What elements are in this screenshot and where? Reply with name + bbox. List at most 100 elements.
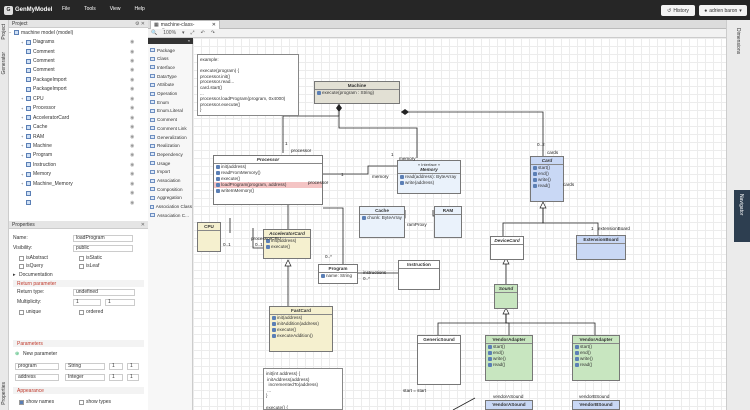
menu-view[interactable]: View [110,6,121,12]
history-button[interactable]: ↺ History [661,5,695,16]
isabstract-checkbox[interactable] [19,255,24,261]
tree-item[interactable]: + Machine_Memory ◉ [9,179,148,188]
tree-item[interactable]: ◉ [9,198,148,207]
tab-properties[interactable]: Properties [1,382,7,405]
palette-item[interactable]: Package [150,46,192,54]
visibility-icon[interactable]: ◉ [130,67,134,73]
tree-item[interactable]: + RAM ◉ [9,132,148,141]
tab-navigator[interactable]: Navigator [734,190,750,242]
palette-item[interactable]: Operation [150,90,192,98]
palette-item[interactable]: Comment Link [150,124,192,132]
isleaf-checkbox[interactable] [79,263,84,269]
palette-item[interactable]: Attribute [150,81,192,89]
chevron-down-icon[interactable]: ▾ [182,30,185,36]
tree-root[interactable]: − machine model (model) [9,28,148,37]
tree-item[interactable]: PackageImport ◉ [9,75,148,84]
visibility-icon[interactable]: ◉ [130,190,134,196]
parameter-name-field[interactable]: address [15,374,59,381]
zoom-level[interactable]: 100% [163,30,176,36]
palette-item[interactable]: Association C... [150,211,192,219]
parameter-upper-field[interactable]: 1 [127,374,139,381]
collapse-palette-icon[interactable]: « [148,38,193,44]
parameter-lower-field[interactable]: 1 [109,363,123,370]
class-machine[interactable]: Machine execute(program : String) [314,81,400,104]
parameter-upper-field[interactable]: 1 [127,363,139,370]
palette-item[interactable]: Enum.Literal [150,107,192,115]
visibility-icon[interactable]: ◉ [130,171,134,177]
multiplicity-upper[interactable]: 1 [105,299,135,306]
menu-tools[interactable]: Tools [84,6,96,12]
operation[interactable]: execute() [264,244,310,250]
operation[interactable]: read() [573,362,619,368]
class-vendorasound[interactable]: VendorASound [485,400,533,410]
tree-item[interactable]: + Cache ◉ [9,122,148,131]
visibility-icon[interactable]: ◉ [130,58,134,64]
tree-item[interactable]: + CPU ◉ [9,94,148,103]
class-instruction[interactable]: Instruction [398,260,440,290]
show-names-checkbox[interactable] [19,399,24,405]
comment-note[interactable]: example: execute(program) { processor.in… [197,54,299,116]
palette-item[interactable]: Realization [150,142,192,150]
tree-item[interactable]: Comment ◉ [9,66,148,75]
operation[interactable]: writeInMemory() [214,188,322,194]
return-type-select[interactable]: undefined [73,289,135,296]
class-cpu[interactable]: CPU [197,222,221,252]
visibility-icon[interactable]: ◉ [130,49,134,55]
visibility-icon[interactable]: ◉ [130,134,134,140]
zoom-icon[interactable]: 🔍 [151,30,157,36]
visibility-select[interactable]: public [73,245,133,252]
palette-item[interactable]: Comment [150,116,192,124]
tab-machine-class-diagram[interactable]: ▦machine-class-diagram ✕ [150,20,220,34]
parameter-lower-field[interactable]: 1 [109,374,123,381]
palette-item[interactable]: Association [150,177,192,185]
palette-item[interactable]: DataType [150,72,192,80]
fit-icon[interactable]: ⤢ [191,30,195,36]
app-logo[interactable]: G GenMyModel [4,5,52,15]
tree-item[interactable]: PackageImport ◉ [9,85,148,94]
palette-item[interactable]: Dependency [150,150,192,158]
visibility-icon[interactable]: ◉ [130,181,134,187]
attribute[interactable]: chunk: ByteArray [360,215,404,221]
visibility-icon[interactable]: ◉ [130,143,134,149]
visibility-icon[interactable]: ◉ [130,162,134,168]
class-vendorbsound[interactable]: VendorBSound [572,400,620,410]
tree-item[interactable]: Comment ◉ [9,47,148,56]
visibility-icon[interactable]: ◉ [130,39,134,45]
class-genericsound[interactable]: GenericSound [417,335,461,385]
class-extensionboard[interactable]: ExtensionBoard [576,235,626,260]
panel-controls-icon[interactable]: ⚙ ✕ [135,21,145,27]
isstatic-checkbox[interactable] [79,255,84,261]
visibility-icon[interactable]: ◉ [130,96,134,102]
ordered-checkbox[interactable] [79,309,84,315]
comment-note[interactable]: init(int address) { initAddress(address)… [263,368,343,410]
parameter-type-select[interactable]: Integer [65,374,105,381]
close-icon[interactable]: ✕ [212,22,216,28]
tab-generator[interactable]: Generator [1,52,7,75]
visibility-icon[interactable]: ◉ [130,200,134,206]
palette-item[interactable]: Interface [150,63,192,71]
class-vendoradapter-b[interactable]: VendorAdapter start() end() write() read… [572,335,620,381]
palette-item[interactable]: Aggregation [150,194,192,202]
tree-item[interactable]: Comment ◉ [9,56,148,65]
operation[interactable]: read() [531,183,563,189]
tab-dimensions[interactable]: Dimensions [735,28,741,54]
palette-item[interactable]: Import [150,168,192,176]
class-vendoradapter-a[interactable]: VendorAdapter start() end() write() read… [485,335,533,381]
interface-memory[interactable]: « Interface » Memory read(address): ByteA… [397,160,461,194]
operation[interactable]: execute(program : String) [315,90,399,96]
class-processor[interactable]: Processor init(address) readFromMemory()… [213,155,323,205]
panel-controls-icon[interactable]: ✕ [141,222,145,228]
multiplicity-lower[interactable]: 1 [73,299,101,306]
user-menu-button[interactable]: ● adrien baron ▾ [699,5,747,16]
parameter-name-field[interactable]: program [15,363,59,370]
palette-item[interactable]: Composition [150,185,192,193]
tree-item[interactable]: + Machine ◉ [9,141,148,150]
visibility-icon[interactable]: ◉ [130,105,134,111]
class-program[interactable]: Program name: String [318,264,358,284]
class-devicecard[interactable]: DeviceCard [490,236,524,260]
tree-item[interactable]: Instruction ◉ [9,160,148,169]
palette-item[interactable]: Class [150,55,192,63]
show-types-checkbox[interactable] [79,399,84,405]
visibility-icon[interactable]: ◉ [130,152,134,158]
tree-item[interactable]: ◉ [9,188,148,197]
